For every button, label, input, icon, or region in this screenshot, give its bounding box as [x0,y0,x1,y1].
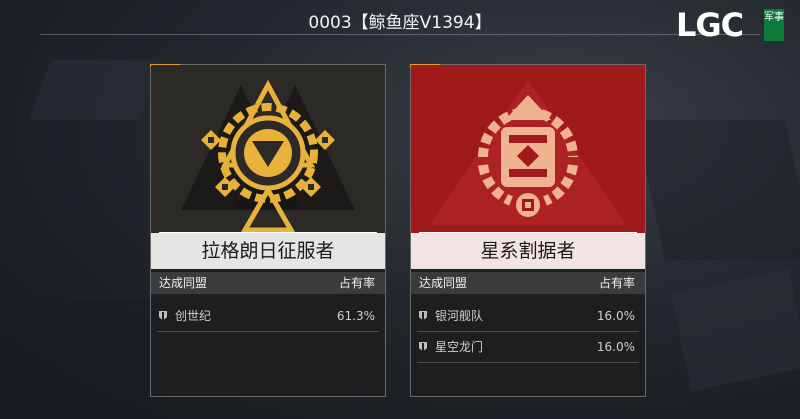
row-divider [157,331,379,332]
table-row[interactable]: 银河舰队 16.0% [411,301,645,331]
alliance-shield-icon [159,311,167,320]
share-column-header: 占有率 [338,276,375,290]
row-divider [417,362,639,363]
share-value: 16.0% [596,309,635,323]
background-shape [0,300,160,419]
share-value: 61.3% [336,309,375,323]
ally-column-header: 达成同盟 [419,276,468,290]
background-shape [670,268,800,392]
background-shape [29,60,161,120]
faction-card-conqueror[interactable]: 拉格朗日征服者 达成同盟 占有率 创世纪 61.3% [150,64,386,397]
alliance-shield-icon [419,342,427,351]
logo-badge: 军事 [764,9,784,41]
faction-name: 拉格朗日征服者 [151,233,385,269]
table-row[interactable]: 创世纪 61.3% [151,301,385,331]
header-divider [40,34,760,35]
table-header: 达成同盟 占有率 [151,272,385,294]
ally-name: 创世纪 [175,309,212,323]
alliance-shield-icon [419,311,427,320]
background-shape [635,120,800,260]
share-value: 16.0% [596,340,635,354]
ally-column-header: 达成同盟 [159,276,208,290]
share-column-header: 占有率 [598,276,635,290]
table-header: 达成同盟 占有率 [411,272,645,294]
table-row[interactable]: 星空龙门 16.0% [411,332,645,362]
faction-card-separatist[interactable]: 星系割据者 达成同盟 占有率 银河舰队 16.0% 星空龙门 16.0% [410,64,646,397]
ally-name: 星空龙门 [435,340,484,354]
faction-name: 星系割据者 [411,233,645,269]
ally-name: 银河舰队 [435,309,484,323]
watermark-logo: LGC 军事 [676,9,786,41]
